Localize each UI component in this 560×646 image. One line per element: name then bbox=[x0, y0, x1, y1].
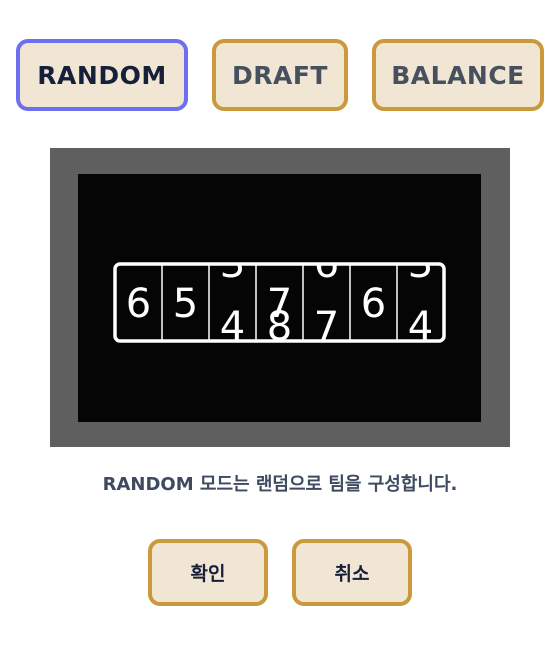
slot-digit-partial_bottom: 4 bbox=[220, 304, 245, 350]
mode-balance-button[interactable]: BALANCE bbox=[372, 39, 544, 111]
slot-digit-main: 5 bbox=[173, 281, 198, 327]
confirm-button[interactable]: 확인 bbox=[148, 539, 268, 606]
slot-digit-partial_bottom: 7 bbox=[314, 304, 339, 350]
mode-preview-frame: 65347867634 bbox=[50, 148, 510, 447]
slot-machine-animation: 6 534 7867 634 bbox=[113, 262, 446, 350]
slot-digit-main: 6 bbox=[361, 281, 386, 327]
cancel-button[interactable]: 취소 bbox=[292, 539, 412, 606]
slot-digit-main: 6 bbox=[126, 281, 151, 327]
mode-random-button[interactable]: RANDOM bbox=[16, 39, 188, 111]
mode-draft-button[interactable]: DRAFT bbox=[212, 39, 348, 111]
slot-digit-partial_bottom: 8 bbox=[267, 304, 292, 350]
mode-preview-screen: 65347867634 bbox=[78, 174, 481, 422]
mode-description: RANDOM 모드는 랜덤으로 팀을 구성합니다. bbox=[102, 474, 458, 495]
slot-digit-partial_bottom: 4 bbox=[408, 304, 433, 350]
